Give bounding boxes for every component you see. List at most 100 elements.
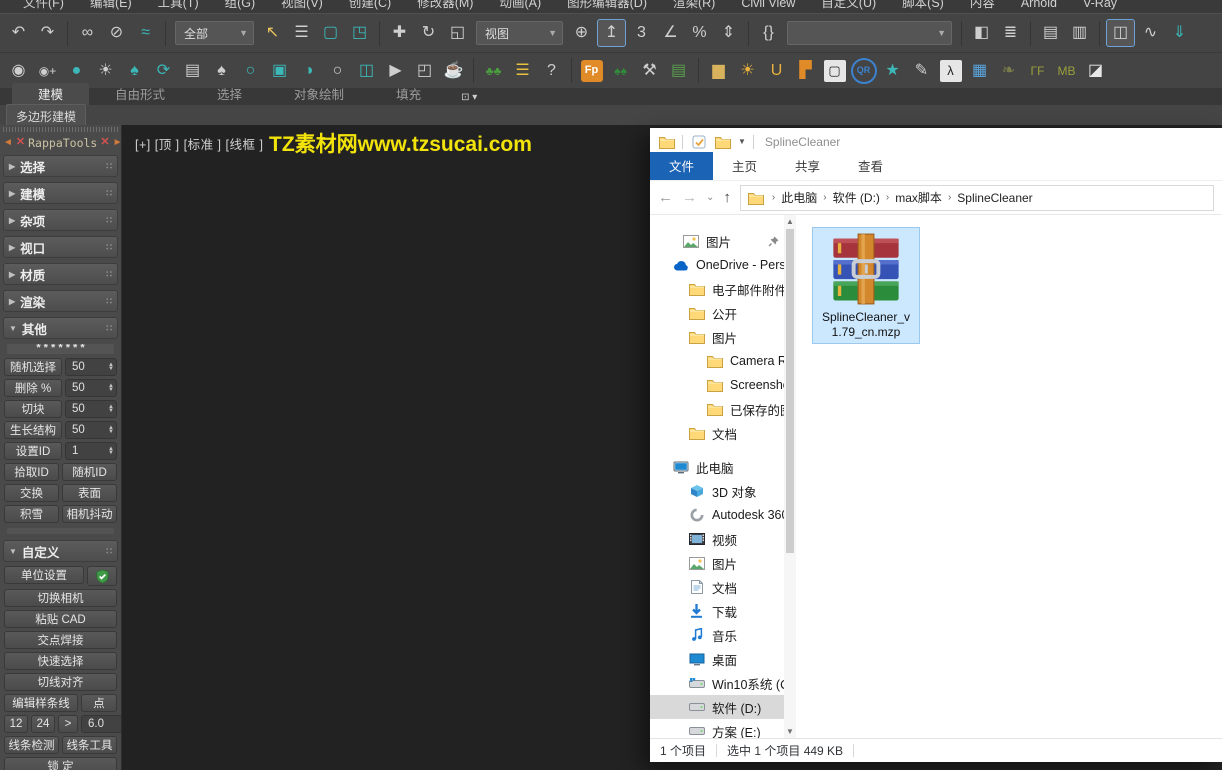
- tree-page-icon[interactable]: ♠: [208, 58, 235, 84]
- select-and-rotate-icon[interactable]: ↻: [415, 20, 442, 46]
- spinner-arrows-icon[interactable]: ▲▼: [106, 363, 116, 371]
- camera-add-icon[interactable]: ◉+: [34, 58, 61, 84]
- yellow-list-icon[interactable]: ☰: [509, 58, 536, 84]
- forest-pack-icon[interactable]: Fp: [578, 58, 605, 84]
- rappa-button[interactable]: 快速选择: [4, 652, 117, 670]
- nav-tree-item[interactable]: 下载: [650, 599, 796, 623]
- select-and-move-icon[interactable]: ✚: [386, 20, 413, 46]
- spinner-arrows-icon[interactable]: ▲▼: [106, 384, 116, 392]
- nav-tree-item[interactable]: 图片: [650, 229, 796, 253]
- leaf-icon[interactable]: ❧: [995, 58, 1022, 84]
- menu-item[interactable]: 工具(T): [145, 0, 212, 13]
- panel-grip[interactable]: [3, 127, 118, 132]
- nav-tree-item[interactable]: 图片: [650, 551, 796, 575]
- bw-square-icon[interactable]: ◪: [1082, 58, 1109, 84]
- rappa-button[interactable]: 设置ID: [4, 442, 62, 460]
- page-refresh-icon[interactable]: ⟳: [150, 58, 177, 84]
- window-crossing-icon[interactable]: ◳: [346, 20, 373, 46]
- rappa-button[interactable]: 点: [81, 694, 117, 712]
- panel-window-icon[interactable]: ◫: [353, 58, 380, 84]
- spinner-field[interactable]: 50▲▼: [65, 379, 117, 397]
- bulb-outline-icon[interactable]: ○: [324, 58, 351, 84]
- spinner-snap-icon[interactable]: ⇕: [715, 20, 742, 46]
- nav-tree-item[interactable]: 3D 对象: [650, 479, 796, 503]
- file-list-area[interactable]: SplineCleaner_v1.79_cn.mzp: [796, 215, 1222, 738]
- scroll-left-icon[interactable]: ◄: [3, 138, 13, 148]
- quick-access-caret-icon[interactable]: ▼: [738, 137, 746, 146]
- rappa-button[interactable]: 锁 定: [4, 757, 117, 770]
- bind-to-space-warp-icon[interactable]: ≈: [132, 20, 159, 46]
- rappa-button[interactable]: 交点焊接: [4, 631, 117, 649]
- layer-explorer-icon[interactable]: ▤: [1037, 20, 1064, 46]
- rectangular-selection-region-icon[interactable]: ▢: [317, 20, 344, 46]
- menu-item[interactable]: Civil View: [728, 0, 808, 13]
- menu-item[interactable]: 修改器(M): [404, 0, 486, 13]
- spinner-arrows-icon[interactable]: ▲▼: [106, 405, 116, 413]
- menu-item[interactable]: 渲染(R): [660, 0, 728, 13]
- menu-item[interactable]: Arnold: [1008, 0, 1070, 13]
- ribbon-subtab-polygon-modeling[interactable]: 多边形建模: [6, 104, 86, 127]
- rappa-button[interactable]: 相机抖动: [62, 505, 117, 523]
- ribbon-tab[interactable]: 对象绘制: [268, 83, 370, 105]
- rollout-选择[interactable]: ▶选择∷: [3, 155, 118, 177]
- close-icon[interactable]: ✕: [16, 137, 25, 148]
- spinner-arrows-icon[interactable]: ▲▼: [106, 447, 116, 455]
- rollout-自定义[interactable]: ▼自定义∷: [3, 540, 118, 562]
- spinner-field[interactable]: 1▲▼: [65, 442, 117, 460]
- menu-item[interactable]: 自定义(U): [808, 0, 889, 13]
- rappa-button[interactable]: 拾取ID: [4, 463, 59, 481]
- nav-tree-item[interactable]: Win10系统 (C:): [650, 671, 796, 695]
- rappa-button[interactable]: 随机ID: [62, 463, 117, 481]
- forward-icon[interactable]: →: [682, 190, 697, 205]
- sun-icon[interactable]: ☀: [92, 58, 119, 84]
- shield-check-icon[interactable]: [87, 566, 117, 586]
- menu-item[interactable]: 创建(C): [336, 0, 404, 13]
- rappa-button[interactable]: >: [58, 715, 78, 733]
- light-icon[interactable]: ●: [63, 58, 90, 84]
- menu-item[interactable]: 组(G): [212, 0, 269, 13]
- render-setup-icon[interactable]: ⇓: [1166, 20, 1193, 46]
- spinner-field[interactable]: 6.0▲▼: [81, 715, 121, 733]
- video-panel-icon[interactable]: ▶: [382, 58, 409, 84]
- curve-editor-icon[interactable]: ∿: [1137, 20, 1164, 46]
- green-list-icon[interactable]: ▤: [665, 58, 692, 84]
- ribbon-tab[interactable]: 选择: [191, 83, 268, 105]
- tree-icon[interactable]: ♠: [121, 58, 148, 84]
- selection-filter-dropdown[interactable]: 全部▼: [175, 21, 254, 45]
- camera-icon[interactable]: ◉: [5, 58, 32, 84]
- rappa-button[interactable]: 24: [31, 715, 55, 733]
- new-folder-icon[interactable]: [714, 135, 731, 149]
- back-icon[interactable]: ←: [658, 190, 673, 205]
- named-selection-sets-icon[interactable]: {}: [755, 20, 782, 46]
- select-object-icon[interactable]: ↖: [259, 20, 286, 46]
- rappa-button[interactable]: 粘贴 CAD: [4, 610, 117, 628]
- fc-letters-icon[interactable]: ΓF: [1024, 58, 1051, 84]
- image-panels-icon[interactable]: ▦: [966, 58, 993, 84]
- angle-snap-icon[interactable]: ∠: [657, 20, 684, 46]
- pedestrian-icon[interactable]: λ: [937, 58, 964, 84]
- breadcrumb-segment[interactable]: 此电脑: [778, 189, 820, 206]
- explorer-tab-共享[interactable]: 共享: [776, 152, 839, 180]
- material-editor-icon[interactable]: ◫: [1106, 19, 1135, 47]
- rollout-渲染[interactable]: ▶渲染∷: [3, 290, 118, 312]
- forest-trees-icon[interactable]: ♣♣: [480, 58, 507, 84]
- nav-tree-item[interactable]: 已保存的图片: [650, 397, 796, 421]
- nav-tree-item[interactable]: Autodesk 360: [650, 503, 796, 527]
- breadcrumb-segment[interactable]: SplineCleaner: [954, 191, 1035, 205]
- nav-tree-item[interactable]: 电子邮件附件: [650, 277, 796, 301]
- rappa-button[interactable]: 线条工具: [62, 736, 117, 754]
- ribbon-minimize-icon[interactable]: ⊡ ▾: [447, 92, 483, 105]
- explorer-title-bar[interactable]: ▼ SplineCleaner: [650, 128, 1222, 155]
- select-and-scale-icon[interactable]: ◱: [444, 20, 471, 46]
- nav-tree-item[interactable]: Camera Roll: [650, 349, 796, 373]
- marquee-icon[interactable]: ▢: [821, 58, 848, 84]
- ribbon-tab[interactable]: 填充: [370, 83, 447, 105]
- mirror-icon[interactable]: ◧: [968, 20, 995, 46]
- undo-icon[interactable]: ↶: [5, 20, 32, 46]
- select-and-place-icon[interactable]: ↥: [597, 19, 626, 47]
- mask-icon[interactable]: ◑: [295, 58, 322, 84]
- fire-ring-icon[interactable]: ○: [237, 58, 264, 84]
- rollout-其他[interactable]: ▼其他∷: [3, 317, 118, 339]
- rollout-材质[interactable]: ▶材质∷: [3, 263, 118, 285]
- rappa-button[interactable]: 生长结构: [4, 421, 62, 439]
